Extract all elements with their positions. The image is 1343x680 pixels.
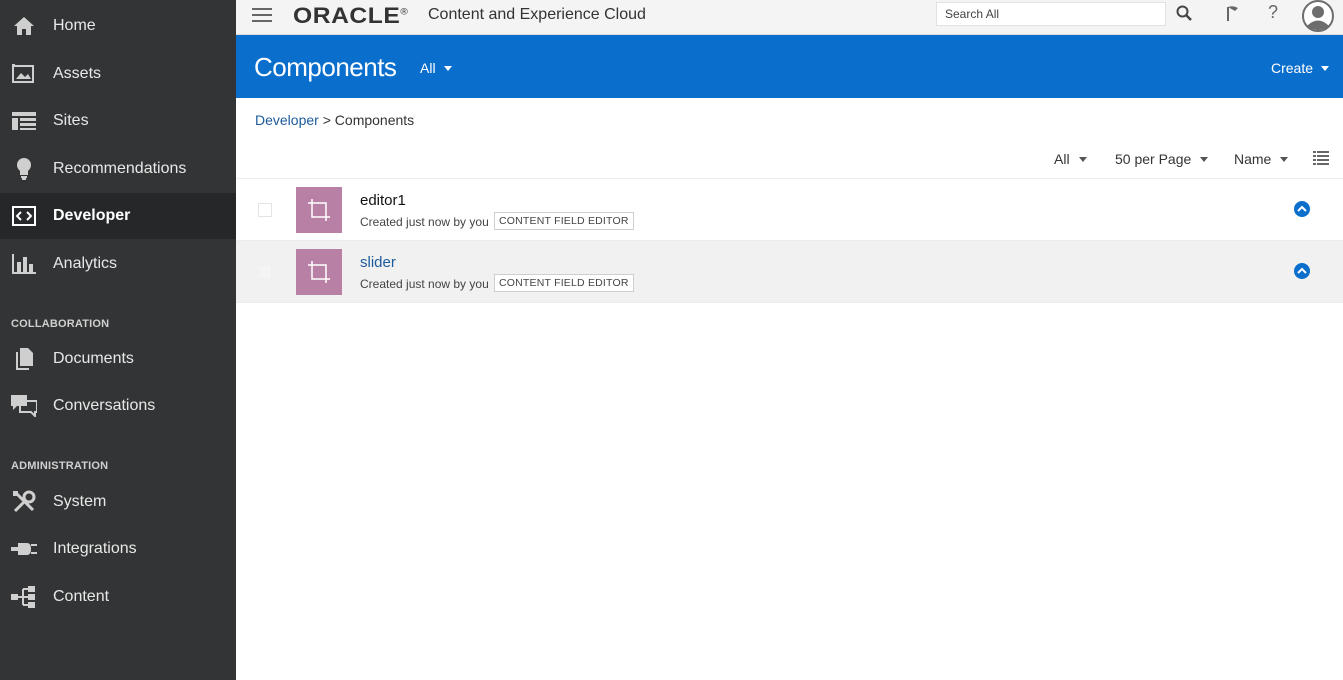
app-title: Content and Experience Cloud (428, 6, 646, 23)
expand-icon[interactable] (1294, 263, 1310, 279)
sidebar-item-developer[interactable]: Developer (0, 193, 236, 239)
expand-icon[interactable] (1294, 201, 1310, 217)
row-checkbox[interactable] (258, 203, 272, 217)
component-meta: Created just now by you (360, 215, 489, 229)
assets-icon (11, 63, 37, 85)
sidebar-item-label: Content (53, 588, 110, 605)
sidebar-item-label: Assets (53, 65, 102, 82)
sidebar-item-sites[interactable]: Sites (0, 98, 236, 144)
breadcrumb-current: Components (334, 112, 415, 128)
page-title: Components (254, 52, 397, 82)
administration-heading: ADMINISTRATION (11, 460, 109, 472)
chevron-down-icon (1321, 66, 1329, 71)
chevron-down-icon (443, 66, 452, 71)
conversations-icon (11, 395, 37, 417)
plug-icon (11, 538, 37, 560)
sidebar-item-analytics[interactable]: Analytics (0, 241, 236, 287)
sidebar-item-label: Sites (53, 112, 89, 129)
divider (236, 302, 1343, 303)
sidebar-item-label: Home (53, 17, 96, 34)
sidebar-item-label: Developer (53, 207, 131, 224)
crop-icon (308, 261, 330, 283)
sidebar-item-label: Analytics (53, 255, 118, 272)
list-item[interactable]: slider Created just now by you CONTENT F… (236, 240, 1343, 302)
page-header: Components All Create (236, 35, 1343, 98)
top-bar: ORACLE® Content and Experience Cloud Sea… (236, 0, 1343, 35)
sidebar-item-system[interactable]: System (0, 479, 236, 525)
home-icon (11, 15, 37, 37)
component-thumbnail[interactable] (296, 249, 342, 295)
sidebar: Home Assets Sites Recommendations Develo… (0, 0, 236, 680)
search-icon[interactable] (1176, 5, 1198, 25)
chevron-down-icon (1280, 157, 1289, 162)
header-filter-dropdown[interactable]: All (420, 60, 452, 76)
hamburger-menu-icon[interactable] (252, 8, 272, 24)
analytics-icon (11, 253, 37, 275)
component-type-badge: CONTENT FIELD EDITOR (494, 212, 634, 230)
component-type-badge: CONTENT FIELD EDITOR (494, 274, 634, 292)
breadcrumb: Developer > Components (255, 112, 414, 128)
sidebar-item-label: Conversations (53, 397, 156, 414)
sidebar-item-documents[interactable]: Documents (0, 336, 236, 382)
create-button[interactable]: Create (1271, 60, 1329, 76)
component-meta: Created just now by you (360, 277, 489, 291)
sidebar-item-assets[interactable]: Assets (0, 51, 236, 97)
row-checkbox[interactable] (258, 265, 272, 279)
breadcrumb-developer-link[interactable]: Developer (255, 112, 319, 128)
per-page-dropdown[interactable]: 50 per Page (1115, 151, 1209, 167)
sidebar-item-label: Integrations (53, 540, 137, 557)
component-thumbnail[interactable] (296, 187, 342, 233)
breadcrumb-separator: > (322, 112, 331, 128)
developer-icon (11, 205, 37, 227)
component-name[interactable]: slider (360, 254, 396, 271)
list-view-icon[interactable] (1313, 151, 1329, 165)
tools-icon (11, 490, 37, 513)
sidebar-item-label: System (53, 493, 107, 510)
sidebar-item-label: Documents (53, 350, 134, 367)
lightbulb-icon (11, 158, 37, 180)
content-tree-icon (11, 586, 37, 608)
crop-icon (308, 199, 330, 221)
type-filter-dropdown[interactable]: All (1054, 151, 1087, 167)
avatar[interactable] (1302, 0, 1334, 32)
flag-icon[interactable] (1226, 5, 1244, 25)
sidebar-item-label: Recommendations (53, 160, 187, 177)
sites-icon (11, 110, 37, 132)
oracle-logo: ORACLE® (293, 3, 409, 28)
sidebar-item-recommendations[interactable]: Recommendations (0, 146, 236, 192)
chevron-down-icon (1200, 157, 1209, 162)
help-icon[interactable]: ? (1264, 2, 1282, 26)
chevron-down-icon (1078, 157, 1087, 162)
sort-dropdown[interactable]: Name (1234, 151, 1289, 167)
search-input[interactable]: Search All (936, 2, 1166, 26)
documents-icon (11, 348, 37, 370)
sidebar-item-content[interactable]: Content (0, 574, 236, 620)
sidebar-item-home[interactable]: Home (0, 3, 236, 49)
component-name[interactable]: editor1 (360, 192, 406, 209)
sidebar-item-conversations[interactable]: Conversations (0, 383, 236, 429)
sidebar-item-integrations[interactable]: Integrations (0, 526, 236, 572)
collaboration-heading: COLLABORATION (11, 318, 110, 330)
list-item[interactable]: editor1 Created just now by you CONTENT … (236, 178, 1343, 240)
